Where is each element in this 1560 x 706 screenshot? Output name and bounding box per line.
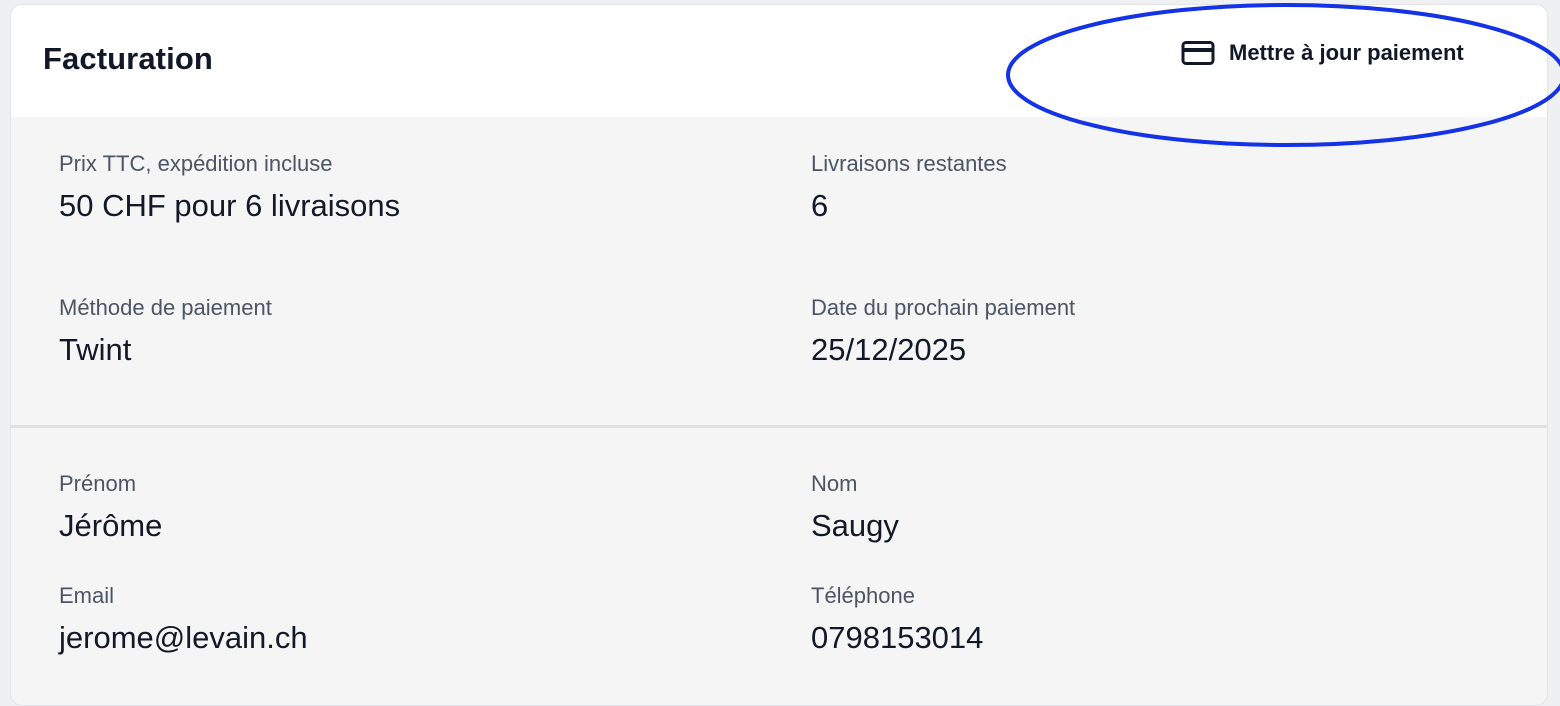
field-email: Email jerome@levain.ch — [59, 583, 308, 657]
update-payment-button[interactable]: Mettre à jour paiement — [1169, 29, 1476, 77]
field-last-name-value: Saugy — [811, 508, 899, 543]
field-price: Prix TTC, expédition incluse 50 CHF pour… — [59, 151, 400, 225]
billing-card: Facturation Mettre à jour paiement Prix … — [10, 4, 1548, 706]
field-first-name-label: Prénom — [59, 471, 137, 496]
field-phone-label: Téléphone — [811, 583, 915, 608]
billing-card-header: Facturation Mettre à jour paiement — [11, 5, 1547, 117]
field-next-payment-date: Date du prochain paiement 25/12/2025 — [811, 295, 1075, 369]
field-next-payment-value: 25/12/2025 — [811, 332, 967, 367]
section-divider — [11, 425, 1547, 428]
field-email-value: jerome@levain.ch — [59, 620, 308, 655]
field-next-payment-label: Date du prochain paiement — [811, 295, 1076, 320]
field-phone-value: 0798153014 — [811, 620, 984, 655]
field-price-value: 50 CHF pour 6 livraisons — [59, 188, 401, 223]
field-payment-method: Méthode de paiement Twint — [59, 295, 272, 369]
field-last-name-label: Nom — [811, 471, 858, 496]
field-first-name-value: Jérôme — [59, 508, 163, 543]
field-method-label: Méthode de paiement — [59, 295, 272, 320]
field-phone: Téléphone 0798153014 — [811, 583, 983, 657]
field-email-label: Email — [59, 583, 115, 608]
field-price-label: Prix TTC, expédition incluse — [59, 151, 333, 176]
credit-card-icon — [1181, 40, 1215, 66]
field-remaining-deliveries: Livraisons restantes 6 — [811, 151, 1007, 225]
field-method-value: Twint — [59, 332, 132, 367]
field-first-name: Prénom Jérôme — [59, 471, 162, 545]
field-remaining-label: Livraisons restantes — [811, 151, 1007, 176]
field-remaining-value: 6 — [811, 188, 829, 223]
field-last-name: Nom Saugy — [811, 471, 899, 545]
update-payment-label: Mettre à jour paiement — [1229, 40, 1464, 65]
billing-title: Facturation — [43, 41, 213, 76]
